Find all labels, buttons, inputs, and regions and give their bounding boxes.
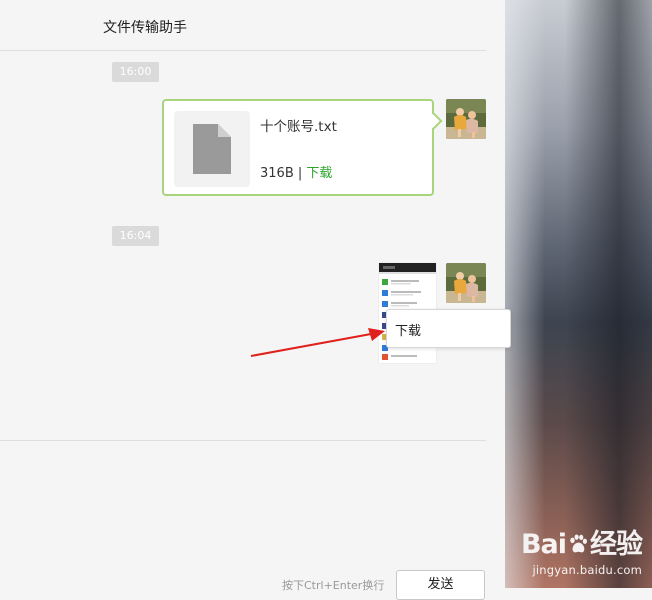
- context-menu-item-download[interactable]: 下载: [395, 320, 421, 339]
- annotation-arrow: [250, 328, 385, 357]
- message-input-area[interactable]: [0, 441, 486, 588]
- chat-title: 文件传输助手: [103, 20, 187, 36]
- file-name: 十个账号.txt: [260, 119, 337, 135]
- bubble-tail: [425, 112, 443, 130]
- file-size: 316B: [260, 166, 294, 181]
- composer-hint: 按下Ctrl+Enter换行: [282, 579, 385, 592]
- context-menu: 下载: [386, 309, 511, 348]
- download-link[interactable]: 下载: [306, 166, 332, 181]
- timestamp-pill: 16:00: [112, 62, 159, 82]
- paw-icon: [570, 534, 587, 553]
- avatar[interactable]: [446, 263, 486, 303]
- header-divider: [0, 50, 486, 51]
- meta-separator: |: [297, 166, 303, 181]
- watermark-brand-right: 经验: [590, 529, 643, 560]
- watermark-url: jingyan.baidu.com: [532, 563, 642, 577]
- chat-window: 文件传输助手 16:00 十个账号.txt 316B | 下载 16:04 下载…: [0, 0, 511, 600]
- file-icon: [174, 111, 250, 187]
- avatar[interactable]: [446, 99, 486, 139]
- desktop-wallpaper: Bai 经验 jingyan.baidu.com: [505, 0, 652, 588]
- file-message-bubble[interactable]: 十个账号.txt 316B | 下载: [162, 99, 443, 196]
- file-meta: 316B | 下载: [260, 162, 332, 181]
- timestamp-pill: 16:04: [112, 226, 159, 246]
- watermark-brand-left: Bai: [520, 529, 567, 560]
- send-button[interactable]: 发送: [396, 570, 485, 600]
- watermark-logo: Bai 经验: [492, 522, 643, 561]
- baidu-jingyan-watermark: Bai 经验 jingyan.baidu.com: [492, 522, 643, 582]
